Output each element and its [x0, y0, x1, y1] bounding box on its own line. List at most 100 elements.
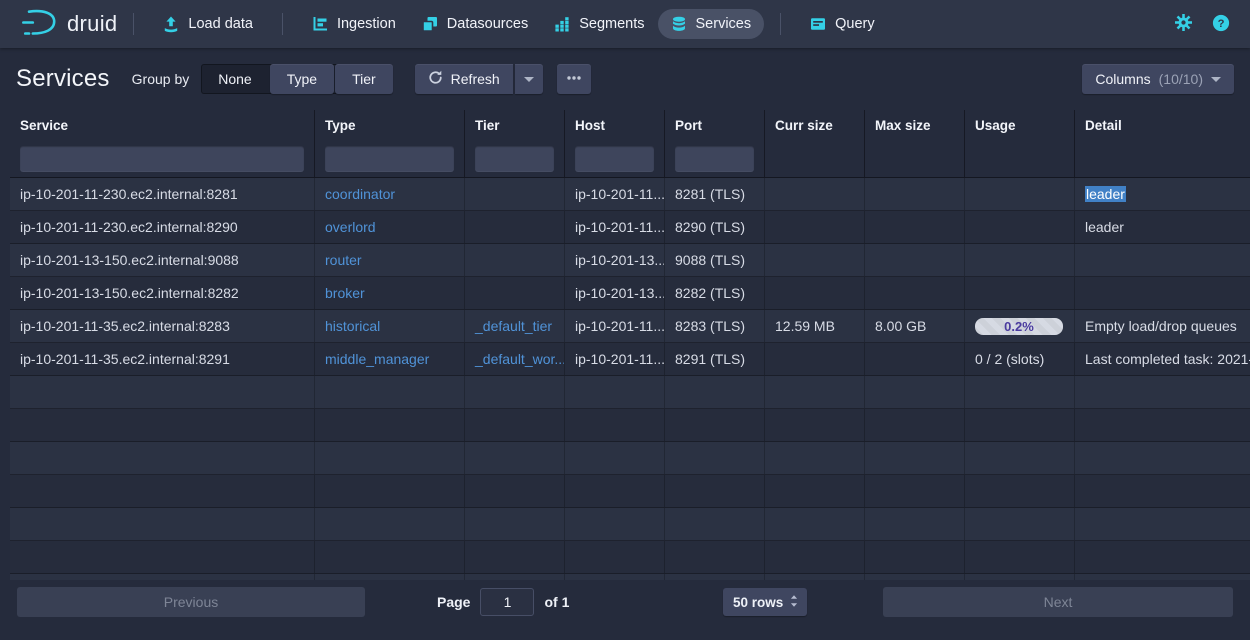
- column-header-max-size[interactable]: Max size: [865, 110, 965, 140]
- nav-item-datasources[interactable]: Datasources: [409, 9, 541, 39]
- divider: [133, 13, 134, 35]
- cell-usage: [965, 178, 1075, 210]
- cell-detail: [1075, 475, 1250, 507]
- table-row: ip-10-201-13-150.ec2.internal:8282 broker…: [10, 277, 1250, 310]
- settings-button[interactable]: [1173, 12, 1194, 36]
- column-header-type[interactable]: Type: [315, 110, 465, 140]
- column-header-curr-size[interactable]: Curr size: [765, 110, 865, 140]
- columns-button[interactable]: Columns (10/10): [1082, 64, 1234, 94]
- cell-type: [315, 442, 465, 474]
- druid-logo[interactable]: druid: [20, 8, 117, 40]
- cell-host: ip-10-201-13...: [565, 277, 665, 309]
- column-header-usage[interactable]: Usage: [965, 110, 1075, 140]
- svg-text:?: ?: [1218, 17, 1225, 29]
- tier-link[interactable]: _default_tier: [475, 318, 552, 334]
- nav-item-load-data[interactable]: Load data: [150, 9, 266, 40]
- filter-input-type[interactable]: [325, 146, 454, 172]
- type-link[interactable]: historical: [325, 318, 380, 334]
- page-size-select[interactable]: 50 rows: [723, 588, 807, 616]
- cell-host: ip-10-201-11...: [565, 178, 665, 210]
- more-dots-icon: [566, 70, 582, 89]
- database-icon: [671, 16, 687, 32]
- cell-usage: 0.2%: [965, 310, 1075, 342]
- help-button[interactable]: ?: [1210, 12, 1232, 37]
- cell-type: [315, 475, 465, 507]
- type-link[interactable]: router: [325, 252, 362, 268]
- cell-type: [315, 541, 465, 573]
- cell-service: ip-10-201-11-35.ec2.internal:8283: [10, 310, 315, 342]
- nav-item-query[interactable]: Query: [797, 9, 888, 39]
- page-number-input[interactable]: [480, 588, 534, 616]
- cell-curr_size: [765, 376, 865, 408]
- druid-logo-icon: [20, 8, 58, 40]
- cell-curr_size: [765, 343, 865, 375]
- cell-detail: Last completed task: 2021-1: [1075, 343, 1250, 375]
- table-row-empty: [10, 541, 1250, 574]
- cell-detail: leader: [1075, 211, 1250, 243]
- cell-usage: [965, 244, 1075, 276]
- cell-tier: _default_wor...: [465, 343, 565, 375]
- cell-service: ip-10-201-13-150.ec2.internal:8282: [10, 277, 315, 309]
- cell-detail: Empty load/drop queues: [1075, 310, 1250, 342]
- nav-item-services[interactable]: Services: [658, 9, 765, 39]
- filter-input-host[interactable]: [575, 146, 654, 172]
- nav-item-segments[interactable]: Segments: [541, 9, 657, 39]
- cell-max_size: 8.00 GB: [865, 310, 965, 342]
- cell-host: ip-10-201-11...: [565, 343, 665, 375]
- table-row: ip-10-201-11-35.ec2.internal:8291middle_…: [10, 343, 1250, 376]
- refresh-dropdown-button[interactable]: [515, 64, 543, 94]
- type-link[interactable]: middle_manager: [325, 351, 429, 367]
- cell-type: [315, 508, 465, 540]
- page-title: Services: [16, 65, 110, 93]
- column-header-host[interactable]: Host: [565, 110, 665, 140]
- refresh-button[interactable]: Refresh: [415, 64, 513, 94]
- column-header-tier[interactable]: Tier: [465, 110, 565, 140]
- table-row-empty: [10, 409, 1250, 442]
- cell-curr_size: [765, 277, 865, 309]
- cell-port: [665, 574, 765, 580]
- table-row-empty: [10, 376, 1250, 409]
- column-header-port[interactable]: Port: [665, 110, 765, 140]
- nav-item-label: Ingestion: [337, 16, 396, 32]
- toolbar: Services Group by None Type Tier Refresh: [0, 48, 1250, 110]
- cell-port: [665, 475, 765, 507]
- cell-host: [565, 508, 665, 540]
- filter-input-service[interactable]: [20, 146, 304, 172]
- cell-usage: [965, 211, 1075, 243]
- usage-progress-bar: 0.2%: [975, 318, 1063, 335]
- stacked-bars-icon: [554, 16, 570, 32]
- table-filter-row: [10, 140, 1250, 178]
- column-header-detail[interactable]: Detail: [1075, 110, 1250, 140]
- gantt-chart-icon: [312, 16, 328, 32]
- table-row-empty: [10, 475, 1250, 508]
- previous-page-button[interactable]: Previous: [17, 587, 365, 617]
- group-by-tier-button[interactable]: Tier: [335, 64, 393, 94]
- cell-port: 8291 (TLS): [665, 343, 765, 375]
- column-header-service[interactable]: Service: [10, 110, 315, 140]
- tier-link[interactable]: _default_wor...: [475, 351, 565, 367]
- table-row-empty: [10, 508, 1250, 541]
- cell-usage: [965, 508, 1075, 540]
- cell-tier: [465, 178, 565, 210]
- services-table: Service Type Tier Host Port Curr size Ma…: [10, 110, 1250, 580]
- cell-service: [10, 442, 315, 474]
- filter-input-tier[interactable]: [475, 146, 554, 172]
- next-page-button[interactable]: Next: [883, 587, 1233, 617]
- nav-item-ingestion[interactable]: Ingestion: [299, 9, 409, 39]
- cell-tier: [465, 508, 565, 540]
- filter-input-port[interactable]: [675, 146, 754, 172]
- cell-host: ip-10-201-13...: [565, 244, 665, 276]
- group-by-type-button[interactable]: Type: [270, 64, 334, 94]
- more-options-button[interactable]: [557, 64, 591, 94]
- type-link[interactable]: broker: [325, 285, 365, 301]
- table-row: ip-10-201-11-230.ec2.internal:8290overlo…: [10, 211, 1250, 244]
- type-link[interactable]: coordinator: [325, 186, 395, 202]
- table-row-empty: [10, 574, 1250, 580]
- cell-detail: [1075, 508, 1250, 540]
- group-by-none-button[interactable]: None: [201, 64, 268, 94]
- cell-tier: [465, 574, 565, 580]
- cell-detail: [1075, 376, 1250, 408]
- cell-type: [315, 409, 465, 441]
- type-link[interactable]: overlord: [325, 219, 376, 235]
- cell-service: [10, 574, 315, 580]
